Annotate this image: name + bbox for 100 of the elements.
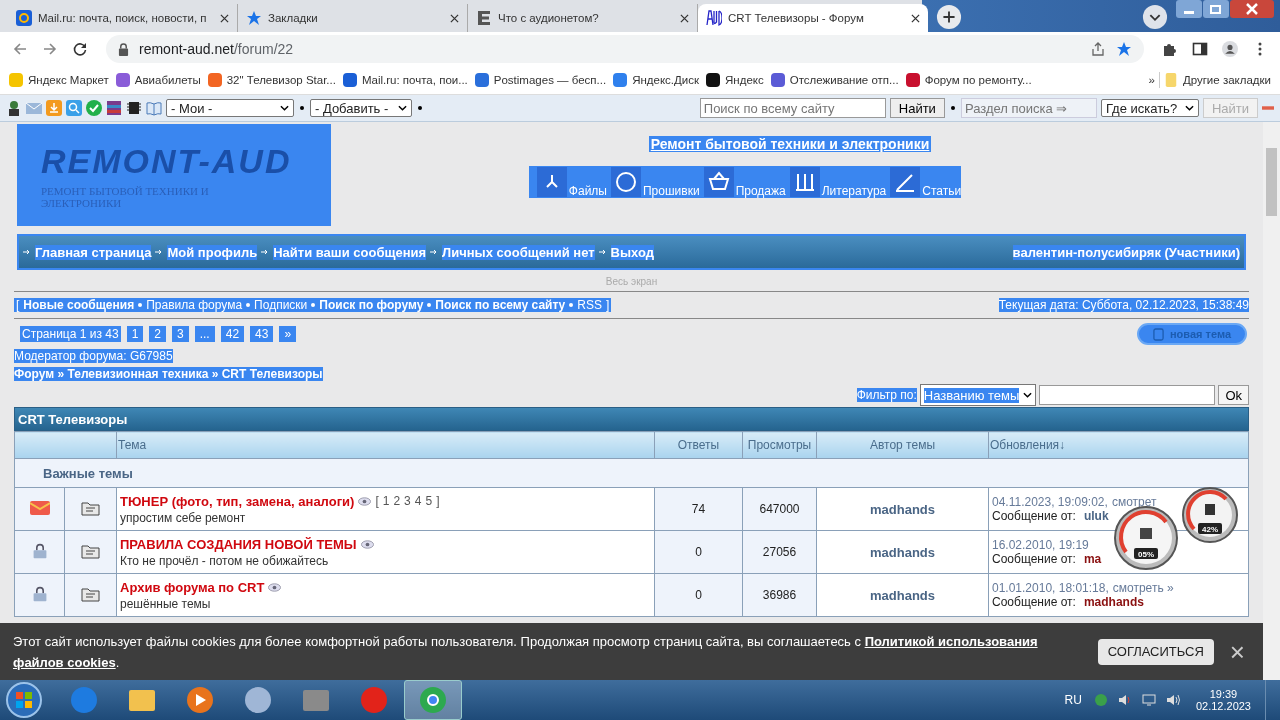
language-indicator[interactable]: RU [1064,693,1082,707]
quick-link[interactable]: Подписки [254,298,308,312]
page-link[interactable]: 3 [404,494,411,508]
eye-icon[interactable] [360,539,374,549]
ok-button[interactable]: Ok [1218,385,1249,405]
page-link[interactable]: 42 [220,326,245,342]
chip-icon[interactable] [126,100,142,116]
bookmark[interactable]: Яндекс.Диск [610,71,703,89]
search-icon[interactable] [66,100,82,116]
user-name[interactable]: валентин-полусибиряк (Участники) [1012,244,1240,260]
nav-link[interactable]: Личных сообщений нет [442,244,595,260]
column-header[interactable]: Тема [118,438,147,452]
bookmark[interactable]: Яндекс [703,71,767,89]
nav-link[interactable]: Главная страница [35,244,152,260]
post-author[interactable]: uluk [1083,509,1109,523]
address-bar[interactable]: remont-aud.net/forum/22 [106,35,1144,63]
topic-author[interactable]: madhands [870,587,935,603]
restore-button[interactable] [1203,0,1229,18]
quick-link[interactable]: Поиск по форуму [319,298,424,312]
quick-link[interactable]: Поиск по всему сайту [435,298,566,312]
column-header[interactable]: Обновления↓ [990,438,1066,452]
eye-icon[interactable] [268,582,282,592]
nav-link[interactable]: Выход [610,244,654,260]
quick-link[interactable]: Правила форума [146,298,243,312]
page-link[interactable]: 4 [414,494,422,508]
scrollbar[interactable] [1263,122,1280,680]
policy-link[interactable]: Политикой использования [864,633,1038,649]
tab-search-button[interactable] [1142,4,1168,30]
close-icon[interactable] [911,13,920,23]
browser-tab[interactable]: CRT Телевизоры - Форум [698,4,928,32]
filter-dropdown[interactable]: Названию темы [919,384,1037,406]
bookmark[interactable]: Яндекс Маркет [6,71,112,89]
page-link[interactable]: » [279,326,297,342]
forward-icon[interactable] [42,41,58,57]
more-bookmarks-button[interactable]: » [1145,72,1158,88]
other-bookmarks[interactable]: Другие закладки [1160,71,1274,89]
post-author[interactable]: madhands [1083,595,1144,609]
view-link[interactable]: смотреть » [1112,581,1174,595]
close-icon[interactable] [680,13,689,23]
nav-link[interactable]: Найти ваши сообщения [273,244,427,260]
page-link[interactable]: 5 [425,494,433,508]
where-dropdown[interactable]: Где искать? [1100,99,1199,117]
puzzle-icon[interactable] [1162,41,1178,57]
monitor-icon[interactable] [1141,693,1156,707]
star-icon[interactable] [1116,41,1132,57]
page-link[interactable]: 1 [382,494,390,508]
breadcrumbs[interactable]: Форум » Телевизионная техника » CRT Телевизоры [14,367,323,381]
agree-button[interactable]: СОГЛАСИТЬСЯ [1097,638,1214,665]
filter-field[interactable] [1039,385,1216,405]
bookmark[interactable]: Форум по ремонту... [902,71,1035,89]
archive-icon[interactable] [106,100,122,116]
search-button[interactable]: Найти [889,98,945,118]
minimize-button[interactable] [1176,0,1202,18]
close-icon[interactable] [220,13,229,23]
add-dropdown[interactable]: - Добавить - [310,99,412,117]
post-author[interactable]: ma [1083,552,1102,566]
minus-icon[interactable] [1262,105,1274,111]
close-button[interactable] [1230,0,1274,18]
bookmark[interactable]: Postimages — бесп... [471,71,610,89]
speaker-icon[interactable] [1117,693,1132,707]
page-link[interactable]: 2 [393,494,401,508]
nav-link[interactable]: Мой профиль [167,244,258,260]
topic-title[interactable]: ПРАВИЛА СОЗДАНИЯ НОВОЙ ТЕМЫ [120,536,357,552]
topic-title[interactable]: Архив форума по CRT [120,579,265,595]
topic-title[interactable]: ТЮНЕР (фото, тип, замена, аналоги) [120,493,355,509]
menu-item[interactable]: Продажа [703,166,786,198]
menu-item[interactable]: Прошивки [611,166,700,198]
share-icon[interactable] [1090,41,1106,57]
eye-icon[interactable] [358,496,372,506]
back-icon[interactable] [12,41,28,57]
page-link[interactable]: 2 [149,326,166,342]
close-icon[interactable] [450,13,459,23]
view-link[interactable]: смотрет [1111,495,1157,509]
side-panel-icon[interactable] [1192,41,1208,57]
page-link[interactable]: 43 [250,326,274,342]
topic-author[interactable]: madhands [870,544,935,560]
section-search-field[interactable]: Раздел поиска ⇒ [960,98,1097,118]
policy-link[interactable]: файлов cookies [13,654,116,670]
profile-icon[interactable] [1222,41,1238,57]
volume-icon[interactable] [1165,693,1180,707]
user-icon[interactable] [6,100,22,116]
menu-item[interactable]: Литература [789,166,887,198]
bookmark[interactable]: Отслеживание отп... [767,71,902,89]
start-button[interactable] [4,680,44,720]
clock[interactable]: 19:39 02.12.2023 [1195,688,1251,712]
bookmark[interactable]: Mail.ru: почта, пои... [339,71,471,89]
close-button[interactable]: × [1225,638,1249,665]
page-link[interactable]: 3 [172,326,189,342]
bookmark[interactable]: 32" Телевизор Star... [204,71,339,89]
page-link[interactable]: ... [194,326,215,342]
column-header[interactable]: Автор темы [869,438,936,452]
menu-item[interactable]: Статьи [890,166,962,198]
my-dropdown[interactable]: - Мои - [166,99,294,117]
site-search-field[interactable]: Поиск по всему сайту [699,98,886,118]
bookmark[interactable]: Авиабилеты [112,71,204,89]
check-icon[interactable] [86,100,102,116]
reload-icon[interactable] [72,41,88,57]
quick-link[interactable]: Новые сообщения [23,298,135,312]
new-tab-button[interactable] [936,4,962,30]
menu-item[interactable]: Файлы [536,166,607,198]
